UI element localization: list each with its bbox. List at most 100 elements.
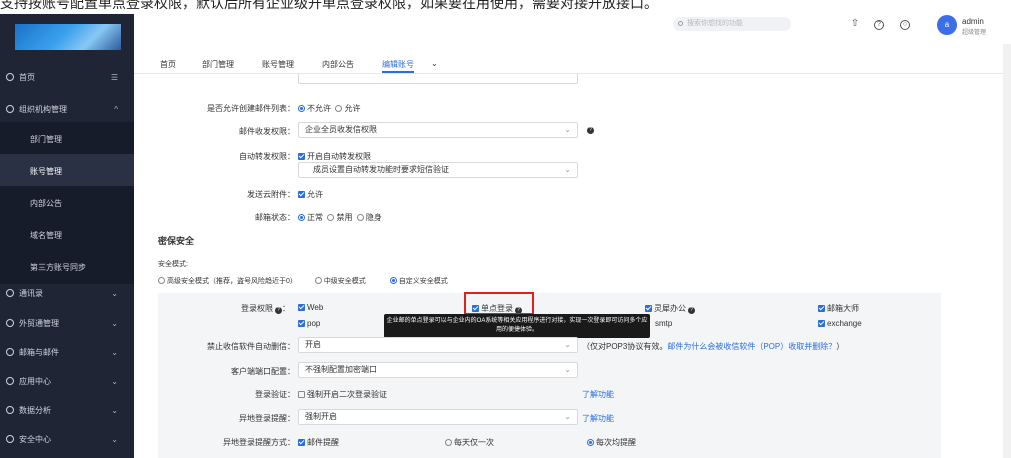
chevron-down-icon: ⌄ — [564, 125, 571, 134]
chevron-down-icon: ⌄ — [111, 434, 118, 444]
checkbox-checked[interactable] — [818, 305, 825, 312]
radio-medium[interactable] — [314, 277, 322, 284]
perm-smtp[interactable]: smtp — [655, 319, 672, 328]
remote-way-once[interactable]: 每天仅一次 — [445, 437, 494, 448]
sidebar-item-contacts[interactable]: 通讯录 ⌄ — [0, 276, 134, 310]
perm-office[interactable]: 灵犀办公? — [645, 303, 695, 314]
scrollbar[interactable] — [1003, 44, 1011, 458]
remote-way-every[interactable]: 每次均提醒 — [587, 437, 636, 448]
sidebar-sub-account[interactable]: 账号管理 — [0, 154, 134, 188]
checkbox-checked[interactable] — [298, 320, 305, 327]
sidebar-sub-dept[interactable]: 部门管理 — [0, 122, 134, 156]
checkbox-checked[interactable] — [298, 304, 305, 311]
radio-allow[interactable] — [335, 105, 343, 112]
forward-select[interactable]: 成员设置自动转发功能时要求短信验证 ⌄ — [298, 162, 578, 178]
tab-underline — [382, 71, 414, 73]
remote-select[interactable]: 强制开启 ⌄ — [298, 409, 578, 425]
remote-learn-link[interactable]: 了解功能 — [582, 413, 614, 424]
login-perm-label: 登录权限?： — [241, 304, 290, 314]
chevron-down-icon: ⌄ — [111, 405, 118, 415]
tab-edit-account[interactable]: 编辑账号 — [382, 59, 414, 70]
sidebar-sub-notice[interactable]: 内部公告 — [0, 186, 134, 220]
help-icon[interactable]: ? — [585, 124, 594, 134]
radio-every[interactable] — [587, 439, 594, 446]
radio-custom[interactable] — [389, 277, 397, 284]
help-icon[interactable]: ? — [874, 20, 884, 30]
radio-advanced[interactable] — [158, 277, 165, 284]
chevron-down-icon[interactable]: ⌄ — [431, 59, 438, 68]
radio-advanced-label: 高级安全模式（推荐，盗号风险趋近于0） — [167, 278, 297, 285]
checkbox-checked[interactable] — [645, 305, 652, 312]
sidebar-sub-label: 第三方账号同步 — [30, 262, 86, 272]
radio-disallow[interactable] — [298, 105, 305, 112]
chevron-down-icon: ⌄ — [111, 347, 118, 357]
checkbox-unchecked[interactable] — [298, 391, 305, 398]
verify-checkbox[interactable]: 强制开启二次登录验证 — [298, 389, 387, 400]
chevron-down-icon: ⌄ — [111, 288, 118, 298]
login-perm-text: 登录权限 — [241, 304, 273, 313]
radio-normal[interactable] — [298, 214, 305, 221]
remote-way-checkbox[interactable]: 邮件提醒 — [298, 437, 339, 448]
tab-notice[interactable]: 内部公告 — [322, 59, 354, 70]
sidebar-sub-label: 部门管理 — [30, 134, 62, 144]
perm-pop[interactable]: pop — [298, 319, 320, 328]
chevron-down-icon: ⌄ — [564, 165, 571, 174]
sidebar-item-security[interactable]: 安全中心 ⌄ — [0, 422, 134, 456]
sidebar-sub-domain[interactable]: 域名管理 — [0, 218, 134, 252]
sidebar-item-home[interactable]: 首页 ☰ — [0, 60, 134, 94]
mode-label: 安全模式: — [158, 261, 188, 268]
remote-way-label: 异地登录提醒方式： — [223, 438, 295, 447]
forbid-select[interactable]: 开启 ⌄ — [298, 337, 578, 353]
checkbox-checked[interactable] — [298, 439, 305, 446]
org-icon — [6, 105, 14, 113]
perm-master[interactable]: 邮箱大师 — [818, 303, 859, 314]
mode-radios: 高级安全模式（推荐，盗号风险趋近于0） 中级安全模式 自定义安全模式 — [158, 276, 448, 286]
theme-icon[interactable]: ○ — [900, 20, 910, 30]
tab-account[interactable]: 账号管理 — [262, 59, 294, 70]
cloud-checkbox[interactable]: 允许 — [298, 189, 323, 200]
perm-web[interactable]: Web — [298, 303, 323, 312]
sidebar-item-org[interactable]: 组织机构管理 ^ — [0, 92, 134, 126]
status-label: 邮箱状态： — [255, 213, 295, 222]
chevron-down-icon: ⌄ — [564, 412, 571, 421]
radio-once[interactable] — [445, 439, 452, 446]
checkbox-checked[interactable] — [298, 191, 305, 198]
radio-allow-label: 允许 — [344, 104, 361, 113]
verify-label: 登录验证： — [255, 390, 295, 399]
radio-hidden[interactable] — [356, 214, 364, 221]
avatar[interactable]: a — [937, 15, 957, 35]
perm-exchange[interactable]: exchange — [818, 319, 862, 328]
verify-learn-link[interactable]: 了解功能 — [582, 389, 614, 400]
help-icon[interactable]: ? — [688, 307, 695, 314]
sidebar-item-label: 组织机构管理 — [19, 104, 67, 114]
sidebar-sub-label: 内部公告 — [30, 198, 62, 208]
forward-checkbox[interactable]: 开启自动转发权限 — [298, 151, 371, 162]
search-input[interactable]: 搜索你想找的功能 — [673, 17, 791, 31]
checkbox-checked[interactable] — [298, 153, 305, 160]
radio-disabled[interactable] — [327, 214, 335, 221]
sidebar-item-label: 邮箱与邮件 — [19, 347, 59, 357]
perm-office-label: 灵犀办公 — [654, 304, 686, 313]
checkbox-checked[interactable] — [818, 320, 825, 327]
remote-way-check-label: 邮件提醒 — [307, 438, 339, 447]
forbid-help-link[interactable]: 邮件为什么会被收信软件（POP）收取并删除？ — [667, 342, 836, 351]
send-perm-value: 企业全员收发信权限 — [305, 125, 377, 134]
upload-icon[interactable]: ⇧ — [850, 19, 860, 30]
help-icon[interactable]: ? — [275, 307, 282, 314]
chevron-down-icon: ⌄ — [564, 340, 571, 349]
mail-icon — [6, 348, 14, 356]
tab-home[interactable]: 首页 — [160, 59, 176, 70]
send-perm-select[interactable]: 企业全员收发信权限 ⌄ — [298, 122, 578, 138]
trade-icon — [6, 319, 14, 327]
radio-custom-label: 自定义安全模式 — [398, 278, 448, 285]
status-radios: 正常 禁用 隐身 — [298, 212, 382, 223]
tab-dept[interactable]: 部门管理 — [202, 59, 234, 70]
sidebar-item-label: 通讯录 — [19, 288, 43, 298]
radio-medium-label: 中级安全模式 — [323, 278, 366, 285]
partial-field[interactable] — [298, 74, 578, 84]
sidebar: 首页 ☰ 组织机构管理 ^ 部门管理 账号管理 内部公告 域名管理 第三方账号同步 … — [0, 14, 134, 458]
radio-disallow-label: 不允许 — [307, 104, 331, 113]
client-select[interactable]: 不强制配置加密端口 ⌄ — [298, 362, 578, 378]
caption-bar: 支持按账号配置单点登录权限，默认后所有企业级开单点登录权限，如果要在用使用，需要… — [0, 0, 1011, 14]
forward-check-label: 开启自动转发权限 — [307, 152, 371, 161]
